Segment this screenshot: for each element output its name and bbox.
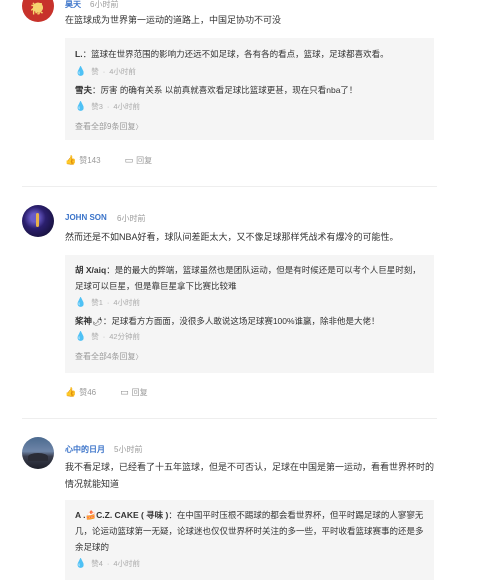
- like-count[interactable]: 赞46: [79, 387, 96, 398]
- reply-author[interactable]: A .🍰C.Z. CAKE ( 寻味 ): [75, 510, 168, 520]
- reply-author[interactable]: L.: [75, 49, 83, 59]
- reply-text: ：足球看方方面面，没很多人敢说这场足球赛100%谁赢，除非他是大佬！: [102, 316, 380, 326]
- reply-meta: 💧 赞1 · 4小时前: [75, 297, 140, 308]
- reply-emoji: 🌶: [92, 316, 103, 326]
- reply-label[interactable]: 回复: [136, 155, 152, 166]
- reply-time: 4小时前: [113, 298, 141, 307]
- reply-text: ：篮球在世界范围的影响力还远不如足球，各有各的看点，篮球，足球都喜欢看。: [82, 49, 389, 59]
- comment-actions: 👍 赞143 ▭ 回复: [65, 155, 176, 166]
- reply-button[interactable]: ▭ 回复: [125, 155, 153, 166]
- reply-item: A .🍰C.Z. CAKE ( 寻味 )：在中国平时压根不踢球的都会看世界杯，但…: [75, 507, 425, 555]
- meta-separator: ·: [106, 102, 110, 111]
- reply-box: 胡 X/aiq：是的最大的弊端，篮球虽然也是团队运动，但是有时候还是可以考个人巨…: [65, 255, 434, 373]
- avatar[interactable]: [22, 437, 54, 469]
- water-drop-like-icon[interactable]: 💧: [75, 331, 86, 342]
- reply-time: 4小时前: [109, 67, 136, 76]
- thumbs-up-icon: 👍: [65, 155, 77, 165]
- view-all-replies-link[interactable]: 查看全部4条回复〉: [75, 351, 142, 362]
- avatar[interactable]: 禄: [22, 0, 54, 22]
- reply-meta: 💧 赞4 · 4小时前: [75, 558, 140, 569]
- reply-like-count[interactable]: 赞1: [91, 297, 103, 308]
- like-count[interactable]: 赞143: [79, 155, 100, 166]
- comment-icon: ▭: [120, 387, 129, 397]
- reply-time: 42分钟前: [109, 332, 141, 341]
- comment-author[interactable]: 昊天: [65, 0, 81, 10]
- like-button[interactable]: 👍 赞143: [65, 155, 101, 166]
- view-all-label[interactable]: 查看全部4条回复: [75, 352, 135, 361]
- reply-time: 4小时前: [113, 559, 141, 568]
- meta-separator: ·: [102, 332, 106, 341]
- reply-item: 胡 X/aiq：是的最大的弊端，篮球虽然也是团队运动，但是有时候还是可以考个人巨…: [75, 262, 425, 294]
- comment-text: 在篮球成为世界第一运动的道路上，中国足协功不可没: [65, 15, 282, 25]
- reply-text: ：厉害 的确有关系 以前真就喜欢看足球比篮球更甚，现在只看nba了！: [92, 85, 358, 95]
- chevron-right-icon: 〉: [135, 354, 143, 361]
- reply-label[interactable]: 回复: [132, 387, 148, 398]
- meta-separator: ·: [102, 67, 106, 76]
- reply-like-count[interactable]: 赞: [91, 66, 99, 77]
- view-all-label[interactable]: 查看全部9条回复: [75, 122, 135, 131]
- comment-text: 然而还是不如NBA好看，球队间差距太大，又不像足球那样凭战术有爆冷的可能性。: [65, 232, 399, 242]
- reply-item: 雪夫：厉害 的确有关系 以前真就喜欢看足球比篮球更甚，现在只看nba了！: [75, 82, 425, 98]
- reply-meta: 💧 赞 · 42分钟前: [75, 331, 140, 342]
- like-button[interactable]: 👍 赞46: [65, 387, 96, 398]
- water-drop-like-icon[interactable]: 💧: [75, 558, 86, 569]
- comment-actions: 👍 赞46 ▭ 回复: [65, 387, 172, 398]
- reply-like-count[interactable]: 赞: [91, 331, 99, 342]
- meta-separator: ·: [106, 559, 110, 568]
- reply-text: ：是的最大的弊端，篮球虽然也是团队运动，但是有时候还是可以考个人巨星时刻，足球可…: [75, 265, 421, 291]
- comment-author[interactable]: JOHN SON: [65, 213, 107, 222]
- avatar[interactable]: [22, 205, 54, 237]
- water-drop-like-icon[interactable]: 💧: [75, 66, 86, 77]
- reply-meta: 💧 赞3 · 4小时前: [75, 101, 140, 112]
- reply-box: L.：篮球在世界范围的影响力还远不如足球，各有各的看点，篮球，足球都喜欢看。 💧…: [65, 38, 434, 140]
- view-all-replies-link[interactable]: 查看全部9条回复〉: [75, 121, 142, 132]
- divider: [22, 418, 437, 419]
- reply-author[interactable]: 胡 X/aiq: [75, 265, 106, 275]
- meta-separator: ·: [106, 298, 110, 307]
- comment-time: 5小时前: [114, 445, 143, 454]
- reply-box: A .🍰C.Z. CAKE ( 寻味 )：在中国平时压根不踢球的都会看世界杯，但…: [65, 500, 434, 580]
- thumbs-up-icon: 👍: [65, 387, 77, 397]
- comment-icon: ▭: [124, 155, 134, 165]
- reply-time: 4小时前: [113, 102, 141, 111]
- water-drop-like-icon[interactable]: 💧: [75, 297, 86, 308]
- reply-meta: 💧 赞 · 4小时前: [75, 66, 136, 77]
- comment-author[interactable]: 心中的日月: [65, 444, 105, 455]
- reply-author[interactable]: 桨神: [75, 316, 92, 326]
- comment-time: 6小时前: [117, 214, 146, 223]
- reply-button[interactable]: ▭ 回复: [120, 387, 148, 398]
- reply-item: 桨神🌶：足球看方方面面，没很多人敢说这场足球赛100%谁赢，除非他是大佬！: [75, 313, 425, 329]
- chevron-right-icon: 〉: [135, 124, 143, 131]
- reply-author[interactable]: 雪夫: [75, 85, 92, 95]
- water-drop-like-icon[interactable]: 💧: [75, 101, 86, 112]
- reply-like-count[interactable]: 赞3: [91, 101, 103, 112]
- reply-like-count[interactable]: 赞4: [91, 558, 103, 569]
- reply-item: L.：篮球在世界范围的影响力还远不如足球，各有各的看点，篮球，足球都喜欢看。: [75, 46, 425, 62]
- divider: [22, 186, 437, 187]
- comment-text: 我不看足球，已经看了十五年篮球，但是不可否认，足球在中国是第一运动，看看世界杯时…: [65, 462, 435, 489]
- comment-time: 6小时前: [90, 0, 119, 9]
